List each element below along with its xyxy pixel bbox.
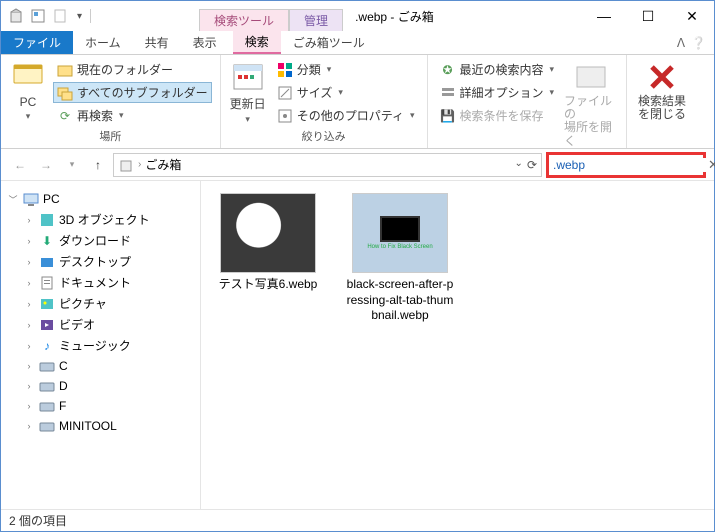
ribbon-updated-button[interactable]: 更新日 ▾ [229,59,267,125]
tree-item[interactable]: ›D [5,376,196,396]
qat-dropdown-icon[interactable]: ▾ [73,11,86,22]
tree-item[interactable]: ›C [5,356,196,376]
qat-blank-icon[interactable] [51,7,69,25]
ribbon-kind[interactable]: 分類▾ [273,59,419,80]
nav-back-button: ← [9,154,31,176]
tree-item[interactable]: ›MINITOOL [5,416,196,436]
content-pane[interactable]: テスト写真6.webp How to Fix Black Screen blac… [201,181,714,509]
address-bar: ← → ▾ ↑ › ごみ箱 ⌄ ⟳ ✕ [1,149,714,181]
ribbon-advanced-options[interactable]: 詳細オプション▾ [436,82,559,103]
ribbon-pc-button[interactable]: PC ▾ [9,59,47,122]
nav-forward-button: → [35,154,57,176]
menu-bar: ファイル ホーム 共有 表示 検索 ごみ箱ツール ᐱ ❔ [1,31,714,55]
context-tab-search-tools[interactable]: 検索ツール [199,9,289,31]
ribbon-all-subfolders[interactable]: すべてのサブフォルダー [53,82,212,103]
title-bar: ▾ 検索ツール 管理 .webp - ごみ箱 — ☐ ✕ [1,1,714,31]
close-button[interactable]: ✕ [670,1,714,31]
status-bar: 2 個の項目 [1,509,714,531]
tree-item[interactable]: ›デスクトップ [5,251,196,272]
context-tab-manage[interactable]: 管理 [289,9,343,31]
nav-recent-dropdown[interactable]: ▾ [61,154,83,176]
tree-item[interactable]: ›⬇ダウンロード [5,230,196,251]
file-name: テスト写真6.webp [219,277,318,293]
ribbon-other-props[interactable]: その他のプロパティ▾ [273,105,419,126]
ribbon-group-refine: 絞り込み [229,126,419,144]
tree-item[interactable]: ›3D オブジェクト [5,209,196,230]
tab-search[interactable]: 検索 [233,31,281,54]
chevron-right-icon[interactable]: › [138,159,141,170]
tab-file[interactable]: ファイル [1,31,73,54]
thumbnail-image [220,193,316,273]
tree-item[interactable]: ›ドキュメント [5,272,196,293]
clear-search-icon[interactable]: ✕ [708,157,715,173]
tree-pc[interactable]: ﹀PC [5,189,196,209]
thumbnail-image: How to Fix Black Screen [352,193,448,273]
tree-item[interactable]: ›ピクチャ [5,293,196,314]
maximize-button[interactable]: ☐ [626,1,670,31]
ribbon-collapse-icon[interactable]: ᐱ [677,36,685,50]
ribbon-recent-searches[interactable]: ✪最近の検索内容▾ [436,59,559,80]
window-title: .webp - ごみ箱 [355,8,434,25]
recycle-bin-small-icon [118,157,134,173]
tree-item[interactable]: ›♪ミュージック [5,335,196,356]
ribbon: PC ▾ 現在のフォルダー すべてのサブフォルダー ⟳再検索▾ 場所 更新日 ▾… [1,55,714,149]
ribbon-open-file-location: ファイルの 場所を開く [564,59,618,148]
file-item[interactable]: How to Fix Black Screen black-screen-aft… [345,193,455,324]
ribbon-group-location: 場所 [9,126,212,144]
search-box[interactable]: ✕ [546,152,706,178]
search-input[interactable] [553,158,708,172]
navigation-tree[interactable]: ﹀PC ›3D オブジェクト ›⬇ダウンロード ›デスクトップ ›ドキュメント … [1,181,201,509]
tab-share[interactable]: 共有 [133,31,181,54]
ribbon-save-conditions: 💾検索条件を保存 [436,105,559,126]
breadcrumb-location[interactable]: ごみ箱 [145,156,181,173]
tab-home[interactable]: ホーム [73,31,133,54]
address-dropdown-icon[interactable]: ⌄ [515,158,523,172]
status-item-count: 2 個の項目 [9,512,67,529]
tab-recycle-tools[interactable]: ごみ箱ツール [281,31,377,54]
refresh-icon[interactable]: ⟳ [527,158,537,172]
ribbon-close-search[interactable]: 検索結果 を閉じる [635,59,689,121]
ribbon-current-folder[interactable]: 現在のフォルダー [53,59,212,80]
ribbon-search-again[interactable]: ⟳再検索▾ [53,105,212,126]
file-item[interactable]: テスト写真6.webp [213,193,323,293]
ribbon-pc-label: PC [20,95,37,109]
recycle-bin-icon [7,7,25,25]
tree-item[interactable]: ›F [5,396,196,416]
minimize-button[interactable]: — [582,1,626,31]
help-icon[interactable]: ❔ [691,36,706,50]
tab-view[interactable]: 表示 [181,31,229,54]
ribbon-size[interactable]: サイズ▾ [273,82,419,103]
qat-properties-icon[interactable] [29,7,47,25]
tree-item[interactable]: ›ビデオ [5,314,196,335]
address-box[interactable]: › ごみ箱 ⌄ ⟳ [113,153,542,177]
nav-up-button[interactable]: ↑ [87,154,109,176]
file-name: black-screen-after-pressing-alt-tab-thum… [345,277,455,324]
